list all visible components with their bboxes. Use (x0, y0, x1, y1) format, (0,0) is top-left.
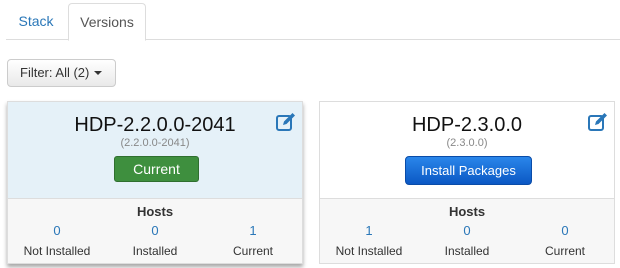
hosts-current: 0 Current (516, 223, 614, 258)
version-number: (2.3.0.0) (446, 137, 488, 149)
hosts-label: Current (544, 244, 585, 258)
hosts-count-link[interactable]: 0 (8, 223, 106, 239)
current-status-button: Current (114, 156, 199, 182)
tab-bar: Stack Versions (6, 0, 620, 41)
hosts-installed: 0 Installed (418, 223, 516, 258)
hosts-title: Hosts (448, 204, 486, 219)
hosts-panel: Hosts 0 Not Installed 0 Installed 1 Curr… (8, 198, 302, 263)
version-number: (2.2.0.0-2041) (120, 137, 190, 149)
edit-pencil-icon[interactable] (587, 112, 609, 132)
hosts-not-installed: 0 Not Installed (8, 223, 106, 258)
hosts-label: Not Installed (335, 244, 403, 258)
hosts-label: Installed (444, 244, 490, 258)
hosts-label: Installed (132, 244, 178, 258)
tab-stack[interactable]: Stack (6, 3, 66, 39)
version-name: HDP-2.2.0.0-2041 (74, 114, 236, 136)
hosts-installed: 0 Installed (106, 223, 204, 258)
hosts-count-link[interactable]: 1 (320, 223, 418, 239)
install-packages-button[interactable]: Install Packages (405, 156, 532, 185)
version-card-hdp-2-2: HDP-2.2.0.0-2041 (2.2.0.0-2041) Current … (7, 101, 303, 264)
edit-pencil-icon[interactable] (275, 112, 297, 132)
tab-versions[interactable]: Versions (68, 3, 146, 41)
version-name: HDP-2.3.0.0 (411, 114, 523, 136)
hosts-panel: Hosts 1 Not Installed 0 Installed 0 Curr… (320, 198, 614, 263)
hosts-count-link[interactable]: 0 (106, 223, 204, 239)
filter-label: Filter: All (2) (20, 65, 90, 80)
caret-down-icon (94, 71, 102, 75)
hosts-label: Not Installed (23, 244, 91, 258)
hosts-current: 1 Current (204, 223, 302, 258)
version-card-hdp-2-3: HDP-2.3.0.0 (2.3.0.0) Install Packages H… (319, 101, 615, 264)
hosts-count-link[interactable]: 0 (418, 223, 516, 239)
filter-dropdown-button[interactable]: Filter: All (2) (7, 59, 116, 87)
hosts-count-link[interactable]: 0 (516, 223, 614, 239)
hosts-label: Current (232, 244, 273, 258)
hosts-not-installed: 1 Not Installed (320, 223, 418, 258)
hosts-count-link[interactable]: 1 (204, 223, 302, 239)
hosts-title: Hosts (136, 204, 174, 219)
